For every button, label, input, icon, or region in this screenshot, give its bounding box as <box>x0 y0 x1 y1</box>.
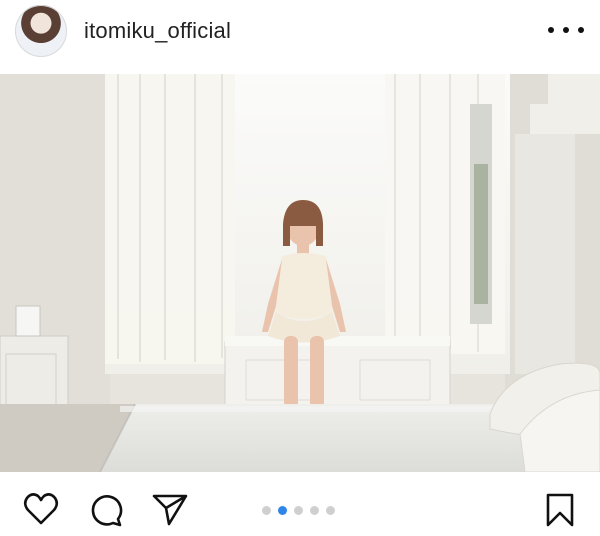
carousel-dot <box>310 506 319 515</box>
carousel-dot <box>294 506 303 515</box>
paper-plane-icon[interactable] <box>151 493 189 527</box>
profile-avatar[interactable] <box>15 5 67 57</box>
heart-icon[interactable] <box>23 492 59 526</box>
post-actions-bar <box>0 472 600 536</box>
carousel-dot <box>278 506 287 515</box>
carousel-indicator <box>262 506 335 515</box>
carousel-dot <box>262 506 271 515</box>
more-options-icon[interactable] <box>548 15 584 45</box>
photo-illustration <box>0 74 600 472</box>
post-photo[interactable] <box>0 74 600 472</box>
username[interactable]: itomiku_official <box>84 18 231 44</box>
post-header: itomiku_official <box>0 0 600 74</box>
comment-bubble-icon[interactable] <box>88 492 124 528</box>
bookmark-icon[interactable] <box>545 492 575 528</box>
carousel-dot <box>326 506 335 515</box>
